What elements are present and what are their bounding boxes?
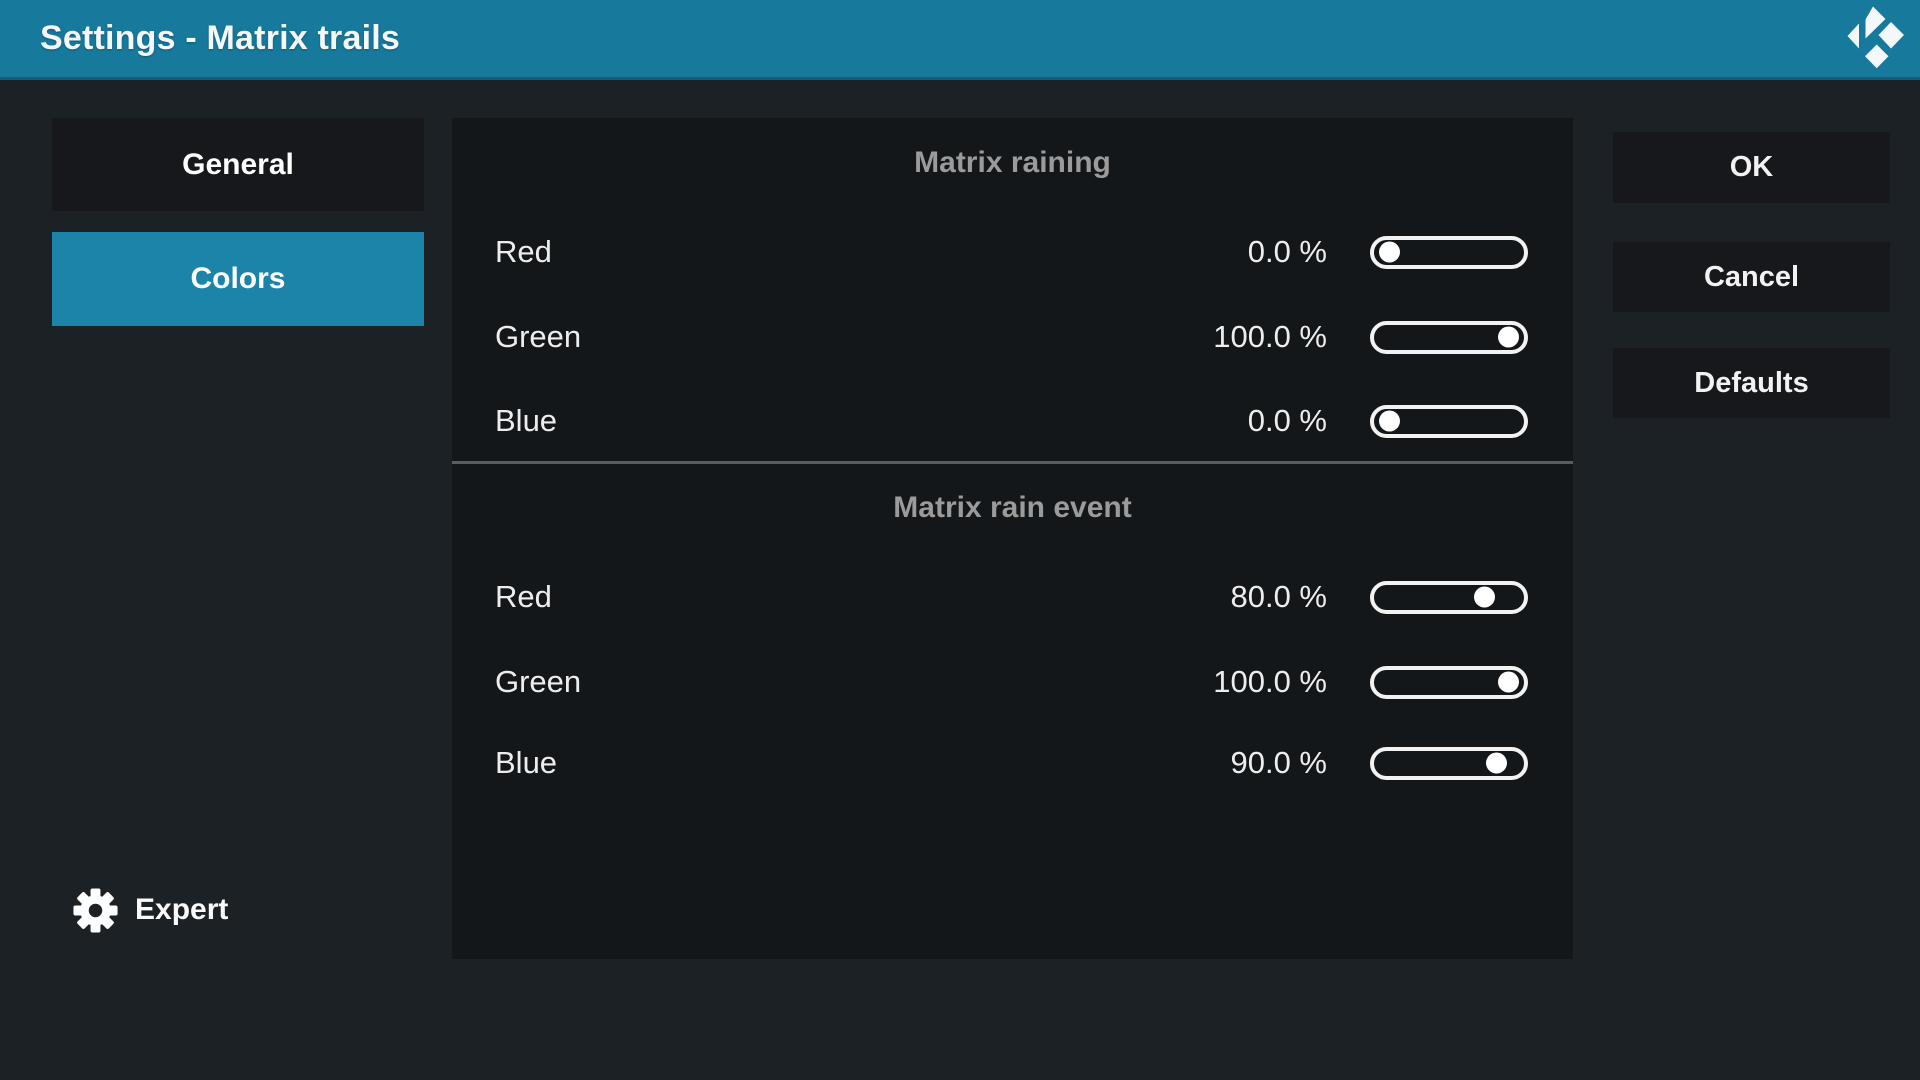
setting-label: Red	[495, 579, 1177, 615]
setting-label: Blue	[495, 745, 1177, 781]
setting-label: Green	[495, 319, 1177, 355]
dialog-header: Settings - Matrix trails	[0, 0, 1920, 80]
settings-dialog: Settings - Matrix trails General Colors …	[0, 0, 1920, 1080]
setting-row: Red 0.0 %	[452, 210, 1573, 294]
setting-value: 100.0 %	[1177, 664, 1327, 700]
section-title-matrix-rain-event: Matrix rain event	[452, 486, 1573, 530]
slider[interactable]	[1370, 236, 1528, 269]
section-divider	[452, 461, 1573, 464]
settings-panel: Matrix raining Red 0.0 % Green 100.0 % B…	[452, 118, 1573, 959]
kodi-logo-icon	[1834, 3, 1914, 78]
gear-icon	[73, 888, 118, 933]
slider[interactable]	[1370, 321, 1528, 354]
section-title-matrix-raining: Matrix raining	[452, 141, 1573, 185]
setting-row: Blue 90.0 %	[452, 721, 1573, 805]
dialog-title: Settings - Matrix trails	[40, 19, 400, 58]
setting-label: Red	[495, 234, 1177, 270]
setting-value: 80.0 %	[1177, 579, 1327, 615]
slider[interactable]	[1370, 666, 1528, 699]
setting-value: 90.0 %	[1177, 745, 1327, 781]
slider-knob[interactable]	[1379, 242, 1400, 263]
slider[interactable]	[1370, 405, 1528, 438]
slider[interactable]	[1370, 581, 1528, 614]
slider-knob[interactable]	[1498, 327, 1519, 348]
slider[interactable]	[1370, 747, 1528, 780]
category-general-label: General	[182, 148, 294, 182]
slider-knob[interactable]	[1474, 587, 1495, 608]
category-general-button[interactable]: General	[52, 118, 424, 211]
slider-knob[interactable]	[1486, 753, 1507, 774]
ok-button[interactable]: OK	[1613, 132, 1890, 203]
setting-value: 100.0 %	[1177, 319, 1327, 355]
setting-label: Blue	[495, 403, 1177, 439]
setting-row: Blue 0.0 %	[452, 379, 1573, 463]
category-colors-button[interactable]: Colors	[52, 232, 424, 326]
defaults-button-label: Defaults	[1694, 367, 1808, 400]
slider-knob[interactable]	[1379, 411, 1400, 432]
settings-level-button[interactable]: Expert	[73, 886, 228, 934]
category-colors-label: Colors	[190, 262, 285, 296]
settings-level-label: Expert	[135, 893, 228, 927]
defaults-button[interactable]: Defaults	[1613, 348, 1890, 418]
setting-row: Red 80.0 %	[452, 555, 1573, 639]
setting-row: Green 100.0 %	[452, 295, 1573, 379]
setting-label: Green	[495, 664, 1177, 700]
cancel-button-label: Cancel	[1704, 261, 1799, 294]
setting-value: 0.0 %	[1177, 234, 1327, 270]
ok-button-label: OK	[1730, 151, 1774, 184]
setting-row: Green 100.0 %	[452, 640, 1573, 724]
cancel-button[interactable]: Cancel	[1613, 242, 1890, 312]
setting-value: 0.0 %	[1177, 403, 1327, 439]
slider-knob[interactable]	[1498, 672, 1519, 693]
